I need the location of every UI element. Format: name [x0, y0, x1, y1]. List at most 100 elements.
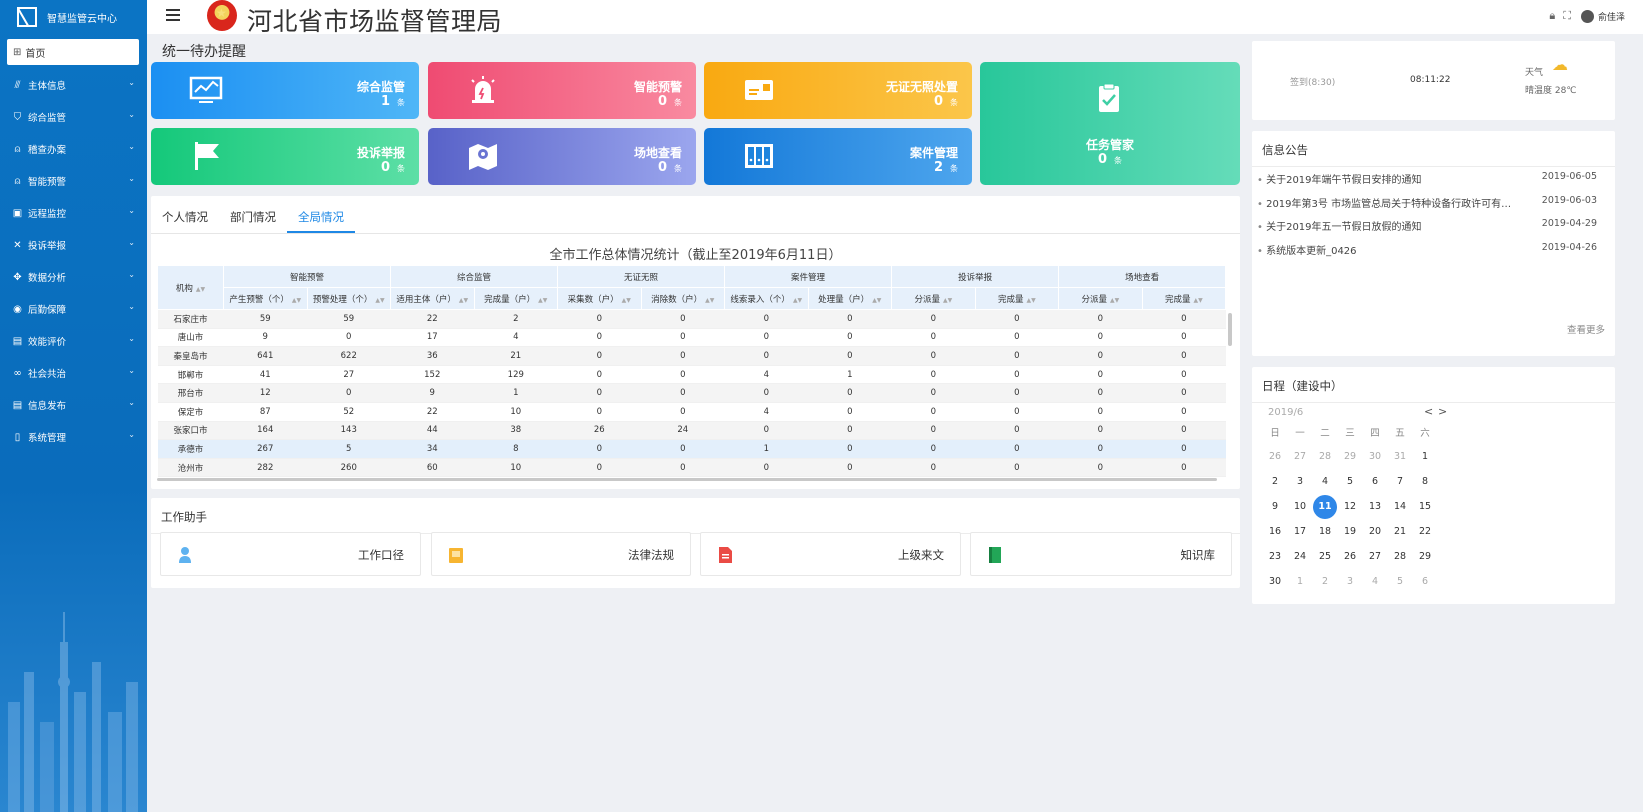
calendar-day[interactable]: 5 [1390, 572, 1410, 592]
card-site-inspection[interactable]: 场地查看 0条 [428, 128, 696, 185]
calendar-day[interactable]: 2 [1265, 472, 1285, 492]
calendar-day[interactable]: 6 [1415, 572, 1435, 592]
card-unlicensed-handling[interactable]: 无证无照处置 0条 [704, 62, 972, 119]
calendar-day[interactable]: 17 [1290, 522, 1310, 542]
table-row[interactable]: 唐山市 9 0 17 4 0 0 0 0 0 0 0 0 [157, 328, 1226, 348]
prev-month-button[interactable]: < [1424, 405, 1433, 418]
calendar-day[interactable]: 20 [1365, 522, 1385, 542]
sidebar-item[interactable]: ▯ 系统管理 ⌄ [0, 421, 147, 453]
lock-icon[interactable]: 🔒︎ [1549, 9, 1555, 23]
calendar-day[interactable]: 16 [1265, 522, 1285, 542]
card-complaint-report[interactable]: 投诉举报 0条 [151, 128, 419, 185]
sidebar-item[interactable]: ⛉ 综合监管 ⌄ [0, 101, 147, 133]
calendar-day[interactable]: 1 [1290, 572, 1310, 592]
table-row[interactable]: 秦皇岛市 641 622 36 21 0 0 0 0 0 0 0 0 [157, 346, 1226, 366]
helper-laws[interactable]: 法律法规 [431, 532, 691, 576]
calendar-day[interactable]: 28 [1315, 447, 1335, 467]
calendar-day[interactable]: 2 [1315, 572, 1335, 592]
column-header[interactable]: 机构 ▲▼ [157, 265, 224, 310]
calendar-day[interactable]: 8 [1415, 472, 1435, 492]
card-comprehensive-supervision[interactable]: 综合监管 1条 [151, 62, 419, 119]
sidebar-item[interactable]: ⍝ 智能预警 ⌄ [0, 165, 147, 197]
tab-global[interactable]: 全局情况 [287, 196, 355, 233]
calendar-day[interactable]: 7 [1390, 472, 1410, 492]
menu-toggle-button[interactable] [166, 9, 180, 21]
calendar-day[interactable]: 12 [1340, 497, 1360, 517]
notice-item[interactable]: 关于2019年五一节假日放假的通知 2019-04-29 [1257, 218, 1597, 233]
column-header[interactable]: 完成量 ▲▼ [1141, 287, 1227, 310]
sidebar-item[interactable]: ◉ 后勤保障 ⌄ [0, 293, 147, 325]
sidebar-item[interactable]: ✥ 数据分析 ⌄ [0, 261, 147, 293]
calendar-day[interactable]: 6 [1365, 472, 1385, 492]
column-header[interactable]: 采集数（户） ▲▼ [557, 287, 642, 310]
horizontal-scrollbar[interactable] [157, 478, 1217, 481]
sidebar-item[interactable]: ▤ 效能评价 ⌄ [0, 325, 147, 357]
user-name[interactable]: 俞佳泽 [1598, 10, 1625, 23]
calendar-day[interactable]: 19 [1340, 522, 1360, 542]
column-header[interactable]: 分派量 ▲▼ [891, 287, 976, 310]
avatar[interactable] [1580, 9, 1594, 23]
table-row[interactable]: 邯郸市 41 27 152 129 0 0 4 1 0 0 0 0 [157, 365, 1226, 385]
checkin-sign[interactable]: 签到(8:30) [1290, 75, 1335, 88]
column-header[interactable]: 消除数（户） ▲▼ [640, 287, 726, 310]
calendar-day[interactable]: 26 [1340, 547, 1360, 567]
card-task-manager[interactable]: 任务管家 0条 [980, 62, 1240, 185]
sidebar-item[interactable]: ✕ 投诉举报 ⌄ [0, 229, 147, 261]
helper-knowledge-base[interactable]: 知识库 [970, 532, 1232, 576]
table-row[interactable]: 张家口市 164 143 44 38 26 24 0 0 0 0 0 0 [157, 421, 1226, 441]
tab-department[interactable]: 部门情况 [219, 196, 287, 233]
notice-item[interactable]: 系统版本更新_0426 2019-04-26 [1257, 242, 1597, 257]
calendar-day[interactable]: 23 [1265, 547, 1285, 567]
calendar-day[interactable]: 29 [1340, 447, 1360, 467]
calendar-day[interactable]: 3 [1340, 572, 1360, 592]
sidebar-item-home[interactable]: ⊞ 首页 [7, 39, 139, 65]
calendar-day[interactable]: 4 [1365, 572, 1385, 592]
calendar-day[interactable]: 11 [1313, 495, 1337, 519]
calendar-day[interactable]: 5 [1340, 472, 1360, 492]
column-header[interactable]: 适用主体（户） ▲▼ [390, 287, 475, 310]
calendar-day[interactable]: 10 [1290, 497, 1310, 517]
sidebar-item[interactable]: ⍝ 稽查办案 ⌄ [0, 133, 147, 165]
calendar-day[interactable]: 21 [1390, 522, 1410, 542]
calendar-day[interactable]: 31 [1390, 447, 1410, 467]
table-row[interactable]: 石家庄市 59 59 22 2 0 0 0 0 0 0 0 0 [157, 309, 1226, 329]
calendar-day[interactable]: 29 [1415, 547, 1435, 567]
column-header[interactable]: 完成量 ▲▼ [974, 287, 1060, 310]
column-header[interactable]: 分派量 ▲▼ [1058, 287, 1143, 310]
calendar-day[interactable]: 27 [1290, 447, 1310, 467]
fullscreen-icon[interactable]: ⛶ [1563, 9, 1571, 23]
more-link[interactable]: 查看更多 [1567, 322, 1605, 336]
calendar-day[interactable]: 4 [1315, 472, 1335, 492]
tab-personal[interactable]: 个人情况 [151, 196, 219, 233]
notice-item[interactable]: 2019年第3号 市场监管总局关于特种设备行政许可有关事项的公告 2019-06-… [1257, 195, 1597, 210]
column-header[interactable]: 处理量（户） ▲▼ [807, 287, 893, 310]
calendar-day[interactable]: 26 [1265, 447, 1285, 467]
sidebar-item[interactable]: ⫻ 主体信息 ⌄ [0, 69, 147, 101]
calendar-day[interactable]: 13 [1365, 497, 1385, 517]
table-row[interactable]: 邢台市 12 0 9 1 0 0 0 0 0 0 0 0 [157, 383, 1226, 403]
calendar-day[interactable]: 15 [1415, 497, 1435, 517]
calendar-day[interactable]: 28 [1390, 547, 1410, 567]
table-row[interactable]: 沧州市 282 260 60 10 0 0 0 0 0 0 0 0 [157, 458, 1226, 478]
column-header[interactable]: 预警处理（个） ▲▼ [306, 287, 392, 310]
column-header[interactable]: 线索录入（个） ▲▼ [724, 287, 809, 310]
next-month-button[interactable]: > [1438, 405, 1447, 418]
column-header[interactable]: 产生预警（个） ▲▼ [223, 287, 308, 310]
calendar-day[interactable]: 30 [1265, 572, 1285, 592]
vertical-scrollbar[interactable] [1228, 313, 1232, 346]
helper-work-caliber[interactable]: 工作口径 [160, 532, 421, 576]
card-case-management[interactable]: 案件管理 2条 [704, 128, 972, 185]
calendar-day[interactable]: 14 [1390, 497, 1410, 517]
calendar-day[interactable]: 18 [1315, 522, 1335, 542]
card-smart-warning[interactable]: 智能预警 0条 [428, 62, 696, 119]
calendar-day[interactable]: 24 [1290, 547, 1310, 567]
table-row[interactable]: 承德市 267 5 34 8 0 0 1 0 0 0 0 0 [157, 439, 1226, 459]
notice-item[interactable]: 关于2019年端午节假日安排的通知 2019-06-05 [1257, 171, 1597, 186]
column-header[interactable]: 完成量（户） ▲▼ [473, 287, 559, 310]
calendar-day[interactable]: 9 [1265, 497, 1285, 517]
calendar-day[interactable]: 25 [1315, 547, 1335, 567]
sidebar-item[interactable]: ▤ 信息发布 ⌄ [0, 389, 147, 421]
calendar-day[interactable]: 22 [1415, 522, 1435, 542]
calendar-day[interactable]: 1 [1415, 447, 1435, 467]
calendar-day[interactable]: 3 [1290, 472, 1310, 492]
